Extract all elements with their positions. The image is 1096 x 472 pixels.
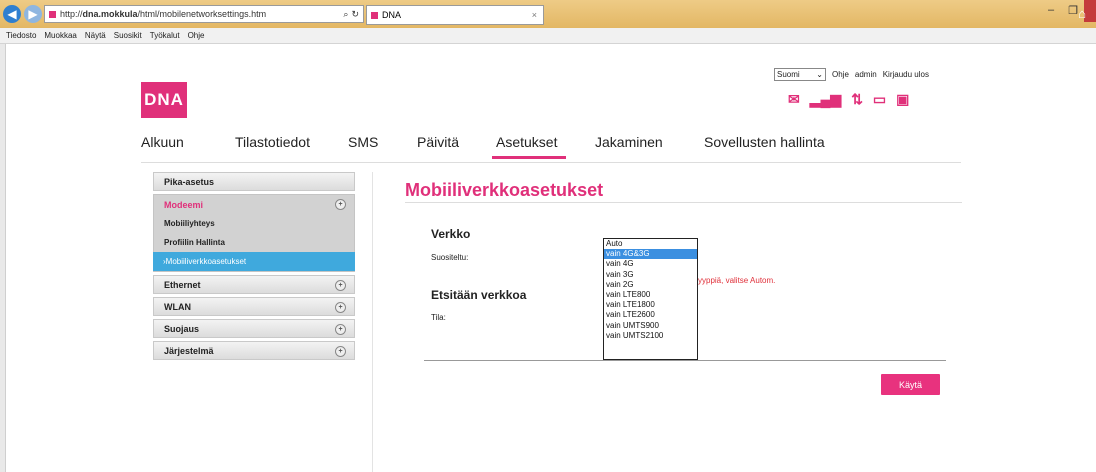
dropdown-option[interactable]: vain 3G	[604, 270, 697, 280]
sidebar: Pika-asetus Modeemi + Mobiiliyhteys Prof…	[153, 172, 355, 363]
main-nav: Alkuun Tilastotiedot SMS Päivitä Asetuks…	[141, 130, 961, 163]
network-mode-dropdown[interactable]: Auto vain 4G&3G vain 4G vain 3G vain 2G …	[603, 238, 698, 360]
dropdown-option[interactable]: vain UMTS900	[604, 321, 697, 331]
nav-alkuun[interactable]: Alkuun	[141, 134, 184, 150]
tab-title: DNA	[382, 10, 402, 20]
nav-tilastotiedot[interactable]: Tilastotiedot	[235, 134, 310, 150]
sim-icon: ▣	[896, 91, 910, 107]
expand-icon[interactable]: +	[335, 324, 346, 335]
expand-icon[interactable]: +	[335, 280, 346, 291]
sidebar-item-mobiiliverkkoasetukset[interactable]: › Mobiiliverkkoasetukset	[153, 252, 355, 271]
browser-tab[interactable]: DNA ×	[366, 5, 544, 25]
menu-file[interactable]: Tiedosto	[6, 31, 36, 40]
address-bar[interactable]: http://dna.mokkula/html/mobilenetworkset…	[44, 5, 364, 23]
sidebar-item-label: Modeemi	[164, 199, 204, 210]
sidebar-item-label: Suojaus	[164, 323, 200, 334]
menu-view[interactable]: Näytä	[85, 31, 106, 40]
logout-link[interactable]: Kirjaudu ulos	[883, 70, 929, 79]
sidebar-item-label: Ethernet	[164, 279, 201, 290]
refresh-icon[interactable]: ↻	[351, 9, 359, 20]
nav-jakaminen[interactable]: Jakaminen	[595, 134, 663, 150]
nav-paivita[interactable]: Päivitä	[417, 134, 459, 150]
back-icon[interactable]: ◀	[3, 5, 21, 23]
page-title: Mobiiliverkkoasetukset	[405, 180, 604, 200]
forward-icon[interactable]: ▶	[24, 5, 42, 23]
dropdown-option-selected[interactable]: vain 4G&3G	[604, 249, 697, 260]
dropdown-option[interactable]: vain LTE2600	[604, 310, 697, 320]
sidebar-item-label: Järjestelmä	[164, 345, 214, 356]
apply-button[interactable]: Käytä	[881, 374, 940, 395]
sidebar-item-label: WLAN	[164, 301, 191, 312]
sidebar-item-label: Mobiiliverkkoasetukset	[165, 257, 247, 266]
menu-tools[interactable]: Työkalut	[150, 31, 180, 40]
site-favicon-icon	[49, 10, 56, 18]
sidebar-item-mobiiliyhteys[interactable]: Mobiiliyhteys	[154, 214, 354, 233]
home-icon[interactable]: ⌂	[1078, 6, 1086, 21]
menu-help[interactable]: Ohje	[188, 31, 205, 40]
nav-sms[interactable]: SMS	[348, 134, 378, 150]
section-heading-etsitaan: Etsitään verkkoa	[431, 288, 527, 302]
window-frame	[0, 44, 6, 472]
nav-active-indicator	[492, 156, 566, 159]
dropdown-option[interactable]: vain UMTS2100	[604, 331, 697, 341]
dropdown-option[interactable]: vain LTE1800	[604, 300, 697, 310]
section-heading-verkko: Verkko	[431, 227, 471, 241]
tab-favicon-icon	[371, 11, 378, 19]
nav-sovellusten-hallinta[interactable]: Sovellusten hallinta	[704, 134, 825, 150]
sidebar-item-wlan[interactable]: WLAN +	[153, 297, 355, 316]
message-icon[interactable]: ✉	[788, 91, 800, 108]
sidebar-item-pika-asetus[interactable]: Pika-asetus	[153, 172, 355, 191]
tab-close-icon[interactable]: ×	[532, 10, 537, 20]
dna-logo[interactable]: DNA	[141, 82, 187, 118]
form-divider	[424, 360, 946, 361]
dropdown-option[interactable]: Auto	[604, 239, 697, 249]
warning-text: yyppiä, valitse Autom.	[698, 276, 776, 285]
menu-bar: Tiedosto Muokkaa Näytä Suosikit Työkalut…	[0, 28, 1096, 44]
header-utility: Suomi ⌄ Ohje admin Kirjaudu ulos	[774, 68, 935, 81]
menu-edit[interactable]: Muokkaa	[44, 31, 76, 40]
device-icon: ▭	[872, 91, 887, 107]
language-select[interactable]: Suomi ⌄	[774, 68, 826, 81]
status-icons: ✉ ▂▄▆ ⇅ ▭ ▣	[788, 91, 919, 108]
sidebar-item-jarjestelma[interactable]: Järjestelmä +	[153, 341, 355, 360]
nav-asetukset[interactable]: Asetukset	[496, 134, 557, 150]
address-url: http://dna.mokkula/html/mobilenetworkset…	[60, 9, 267, 19]
content-divider	[372, 172, 373, 472]
sidebar-item-label: Pika-asetus	[164, 176, 215, 187]
search-icon[interactable]: ⌕	[343, 9, 348, 20]
window-controls: – ❐	[1040, 0, 1096, 28]
user-link[interactable]: admin	[855, 70, 877, 79]
dropdown-option[interactable]: vain LTE800	[604, 290, 697, 300]
language-value: Suomi	[777, 70, 800, 79]
expand-icon[interactable]: +	[335, 346, 346, 357]
sidebar-item-profiilin-hallinta[interactable]: Profiilin Hallinta	[154, 233, 354, 252]
sidebar-group-modeemi: Modeemi + Mobiiliyhteys Profiilin Hallin…	[153, 194, 355, 272]
sidebar-item-modeemi[interactable]: Modeemi +	[154, 195, 354, 214]
signal-icon: ▂▄▆	[809, 91, 842, 107]
title-divider	[405, 202, 962, 203]
expand-icon[interactable]: +	[335, 302, 346, 313]
status-label: Tila:	[431, 313, 446, 322]
chevron-down-icon: ⌄	[816, 70, 823, 79]
sidebar-item-ethernet[interactable]: Ethernet +	[153, 275, 355, 294]
expand-icon[interactable]: +	[335, 199, 346, 210]
help-link[interactable]: Ohje	[832, 70, 849, 79]
minimize-icon[interactable]: –	[1040, 0, 1062, 20]
dropdown-option[interactable]: vain 2G	[604, 280, 697, 290]
preferred-mode-label: Suositeltu:	[431, 253, 469, 262]
menu-favorites[interactable]: Suosikit	[114, 31, 142, 40]
sidebar-item-suojaus[interactable]: Suojaus +	[153, 319, 355, 338]
dropdown-option[interactable]: vain 4G	[604, 259, 697, 269]
data-transfer-icon: ⇅	[851, 91, 863, 107]
